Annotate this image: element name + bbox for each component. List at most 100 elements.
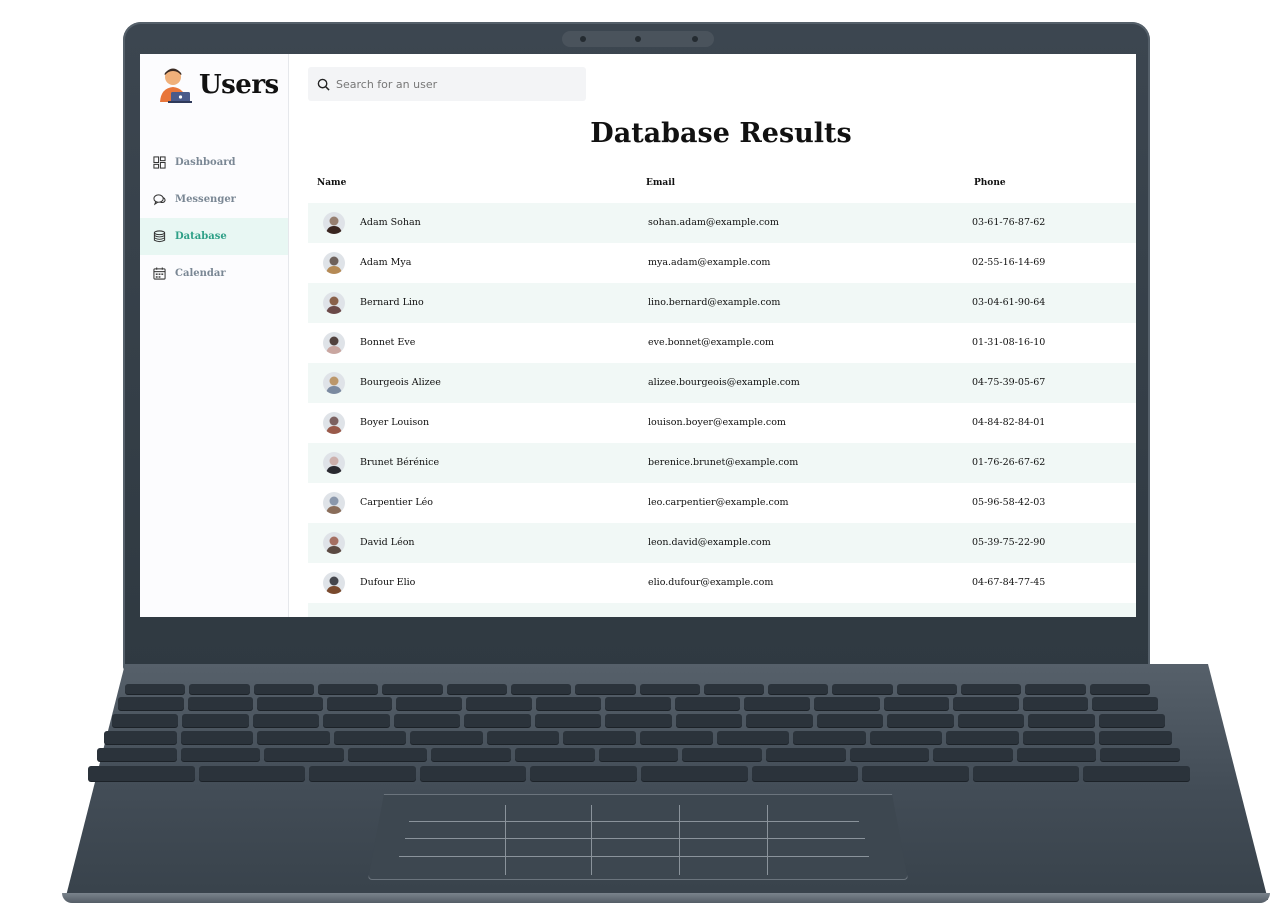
keyboard-key xyxy=(1025,684,1086,694)
table-row[interactable]: Bourgeois Alizee alizee.bourgeois@example… xyxy=(308,363,1136,403)
column-header-phone[interactable]: Phone xyxy=(974,178,1006,188)
search-input[interactable] xyxy=(336,77,566,91)
keyboard-key xyxy=(410,731,483,744)
app-screen: Users Dashboard Messenger Database Calen… xyxy=(140,54,1136,617)
cell-email: louison.boyer@example.com xyxy=(648,417,786,428)
keyboard-key xyxy=(1022,731,1096,744)
touchpad-numberpad xyxy=(368,794,908,880)
cell-email: mya.adam@example.com xyxy=(648,257,771,268)
user-avatar-icon xyxy=(160,68,192,103)
cell-email: leon.david@example.com xyxy=(648,537,771,548)
keyboard-key xyxy=(534,714,602,727)
numpad-divider xyxy=(767,805,768,875)
table-row[interactable]: Boyer Louison louison.boyer@example.com 04… xyxy=(308,403,1136,443)
table-row[interactable] xyxy=(308,603,1136,617)
keyboard-key xyxy=(1098,714,1165,727)
keyboard-key xyxy=(309,766,416,781)
keyboard-key xyxy=(466,697,532,710)
cell-phone: 04-75-39-05-67 xyxy=(972,377,1046,388)
search-bar[interactable] xyxy=(308,67,586,101)
numpad-divider xyxy=(679,805,680,875)
cell-email: elio.dufour@example.com xyxy=(648,577,774,588)
cell-name: Adam Sohan xyxy=(360,217,421,228)
cell-phone: 01-76-26-67-62 xyxy=(972,457,1046,468)
keyboard-key xyxy=(768,684,829,694)
database-icon xyxy=(153,230,166,243)
cell-phone: 05-96-58-42-03 xyxy=(972,497,1046,508)
cell-email: lino.bernard@example.com xyxy=(648,297,781,308)
table-row[interactable]: David Léon leon.david@example.com 05-39-75… xyxy=(308,523,1136,563)
cell-name: Bernard Lino xyxy=(360,297,424,308)
keyboard-key xyxy=(1099,731,1172,744)
column-header-name[interactable]: Name xyxy=(317,178,346,188)
table-row[interactable]: Adam Mya mya.adam@example.com 02-55-16-14-… xyxy=(308,243,1136,283)
avatar xyxy=(323,492,345,514)
keyboard-key xyxy=(257,697,323,710)
keyboard-key xyxy=(1016,748,1097,761)
keyboard-key xyxy=(252,714,320,727)
laptop-base-edge xyxy=(62,893,1270,903)
keyboard-key xyxy=(1022,697,1089,710)
keyboard-key xyxy=(746,714,813,727)
avatar xyxy=(323,292,345,314)
keyboard-key xyxy=(682,748,762,761)
keyboard-key xyxy=(97,748,177,761)
column-header-email[interactable]: Email xyxy=(646,178,675,188)
app-logo: Users xyxy=(158,66,279,104)
table-row[interactable]: Bernard Lino lino.bernard@example.com 03-0… xyxy=(308,283,1136,323)
table-row[interactable]: Brunet Bérénice berenice.brunet@example.c… xyxy=(308,443,1136,483)
avatar xyxy=(323,372,345,394)
sidebar-nav: Dashboard Messenger Database Calendar xyxy=(140,144,288,292)
avatar xyxy=(323,212,345,234)
keyboard-key xyxy=(396,697,462,710)
cell-phone: 02-55-16-14-69 xyxy=(972,257,1046,268)
table-row[interactable]: Bonnet Eve eve.bonnet@example.com 01-31-08… xyxy=(308,323,1136,363)
cell-email: alizee.bourgeois@example.com xyxy=(648,377,800,388)
camera-lens-icon xyxy=(635,36,641,42)
numpad-divider xyxy=(409,821,859,822)
keyboard-key xyxy=(869,731,943,744)
camera-sensor-icon xyxy=(580,36,586,42)
search-icon xyxy=(317,78,330,91)
keyboard-key xyxy=(189,684,250,694)
keyboard-key xyxy=(257,731,330,744)
keyboard-key xyxy=(640,731,713,744)
cell-name: Carpentier Léo xyxy=(360,497,433,508)
sidebar-item-calendar[interactable]: Calendar xyxy=(140,255,288,292)
numpad-divider xyxy=(399,856,869,857)
keyboard-key xyxy=(118,697,184,710)
keyboard-key xyxy=(816,714,884,727)
avatar xyxy=(323,452,345,474)
keyboard-key xyxy=(464,714,531,727)
keyboard-key xyxy=(575,684,636,694)
sidebar-item-messenger[interactable]: Messenger xyxy=(140,181,288,218)
keyboard-key xyxy=(510,684,572,694)
keyboard-key xyxy=(933,748,1013,761)
keyboard-key xyxy=(957,714,1025,727)
table-row[interactable]: Dufour Elio elio.dufour@example.com 04-67-… xyxy=(308,563,1136,603)
page-title: Database Results xyxy=(590,118,852,149)
keyboard-key xyxy=(347,748,428,761)
keyboard-key xyxy=(563,731,636,744)
cell-phone: 01-31-08-16-10 xyxy=(972,337,1046,348)
keyboard-key xyxy=(765,748,846,761)
keyboard-key xyxy=(253,684,314,694)
table-row[interactable]: Carpentier Léo leo.carpentier@example.com… xyxy=(308,483,1136,523)
sidebar-item-dashboard[interactable]: Dashboard xyxy=(140,144,288,181)
keyboard-key xyxy=(323,714,390,727)
cell-phone: 03-04-61-90-64 xyxy=(972,297,1046,308)
keyboard-key xyxy=(814,697,880,710)
cell-email: eve.bonnet@example.com xyxy=(648,337,775,348)
keyboard-key xyxy=(849,748,930,761)
keyboard-key xyxy=(751,766,859,781)
sidebar-item-database[interactable]: Database xyxy=(140,218,288,255)
avatar xyxy=(323,412,345,434)
sidebar-item-label: Messenger xyxy=(175,194,236,205)
keyboard-key xyxy=(182,714,249,727)
table-header: Name Email Phone xyxy=(308,178,1136,196)
keyboard-key xyxy=(716,731,790,744)
keyboard-key xyxy=(598,748,679,761)
sidebar-item-label: Calendar xyxy=(175,268,226,279)
table-row[interactable]: Adam Sohan sohan.adam@example.com 03-61-76… xyxy=(308,203,1136,243)
cell-phone: 03-61-76-87-62 xyxy=(972,217,1046,228)
